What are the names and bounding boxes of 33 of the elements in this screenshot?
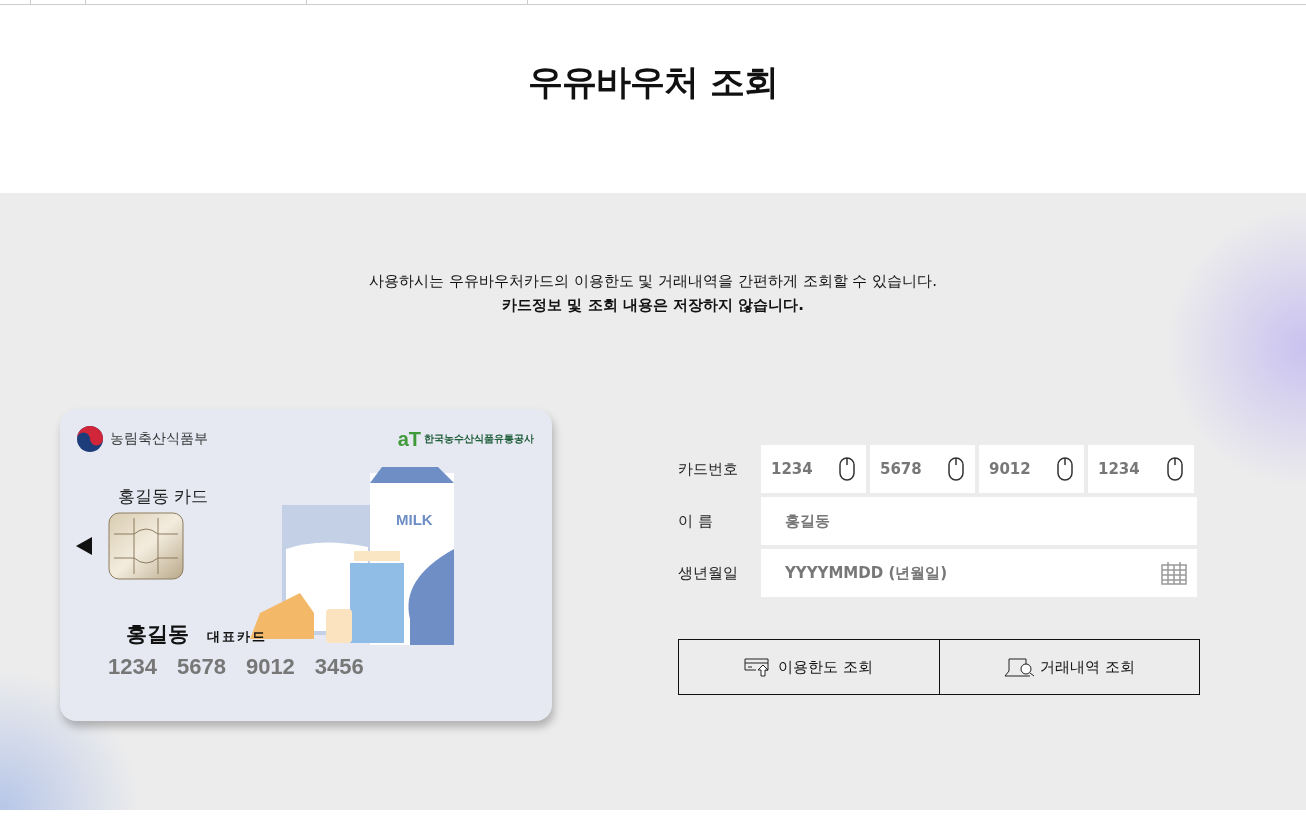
screen-search-icon	[1003, 657, 1036, 677]
field-label: 카드번호	[678, 459, 739, 479]
card-number-group: 1234	[108, 654, 157, 680]
mouse-icon	[948, 457, 964, 481]
field-label: 이 름	[678, 511, 714, 531]
agency-logo: aT	[397, 427, 421, 451]
mouse-icon	[1167, 457, 1183, 481]
card-number-field[interactable]: 5678	[870, 445, 975, 493]
ministry-name: 농림축산식품부	[110, 430, 208, 448]
lookup-button[interactable]: 이용한도 조회	[679, 640, 939, 694]
intro-text: 사용하시는 우유바우처카드의 이용한도 및 거래내역을 간편하게 조회할 수 있습니다.	[369, 271, 937, 292]
notice-text: 카드정보 및 조회 내용은 저장하지 않습니다.	[502, 295, 804, 316]
card-number-field[interactable]: 9012	[979, 445, 1084, 493]
page-title: 우유바우처 조회	[528, 61, 778, 104]
emblem-icon	[76, 425, 104, 453]
mouse-icon	[839, 457, 855, 481]
lookup-button[interactable]: 거래내역 조회	[938, 640, 1199, 694]
card-type: 대표카드	[207, 628, 267, 646]
card-number-field[interactable]: 1234	[1088, 445, 1194, 493]
name-field[interactable]: 홍길동	[761, 497, 1197, 545]
chip-icon	[108, 512, 184, 580]
card-title: 홍길동 카드	[118, 485, 209, 508]
birth-date-field[interactable]: YYYYMMDD (년월일)	[761, 549, 1197, 597]
field-label: 생년월일	[678, 563, 739, 583]
card-number-group: 9012	[245, 654, 295, 680]
agency-name: 한국농수산식품유통공사	[424, 432, 534, 446]
holder-name: 홍길동	[126, 621, 189, 648]
triangle-icon	[76, 537, 92, 555]
card-number-group: 5678	[176, 654, 226, 680]
card-number-field[interactable]: 1234	[761, 445, 866, 493]
mouse-icon	[1057, 457, 1073, 481]
calendar-icon	[1161, 561, 1187, 585]
card-number-group: 3456	[314, 654, 364, 680]
